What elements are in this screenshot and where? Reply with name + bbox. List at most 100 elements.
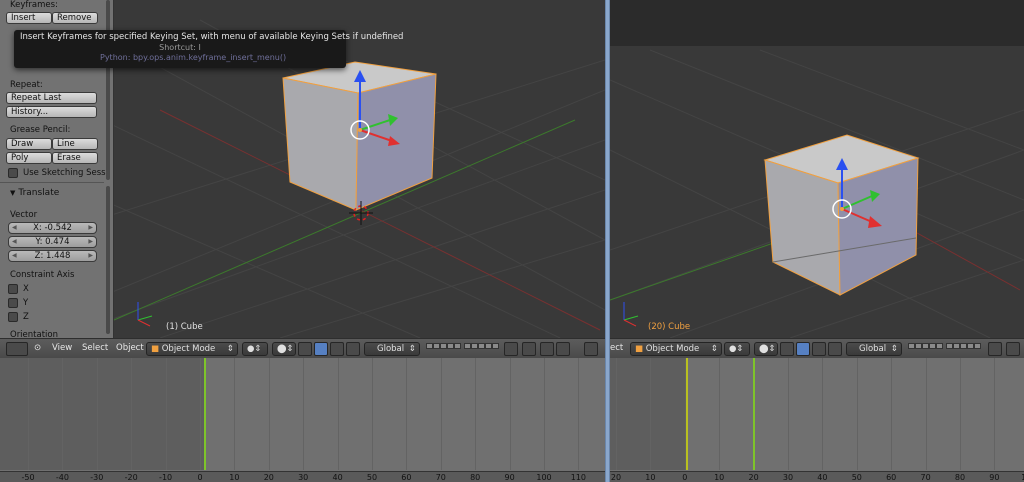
grease-erase-button[interactable]: Erase bbox=[52, 152, 98, 164]
frame-tick-label: -10 bbox=[159, 473, 173, 482]
frame-tick-label: 60 bbox=[401, 473, 412, 482]
frame-tick-label: 30 bbox=[298, 473, 309, 482]
translate-manipulator-icon[interactable] bbox=[314, 342, 328, 356]
layer-buttons[interactable] bbox=[908, 343, 943, 355]
translate-manipulator-icon[interactable] bbox=[796, 342, 810, 356]
layer-lock-icon[interactable] bbox=[988, 342, 1002, 356]
decrement-arrow-icon[interactable]: ◀ bbox=[12, 223, 17, 233]
frame-tick-label: -40 bbox=[55, 473, 69, 482]
proportional-edit-icon[interactable] bbox=[1006, 342, 1020, 356]
frame-grid-line bbox=[509, 358, 511, 470]
tooltip-description: Insert Keyframes for specified Keying Se… bbox=[20, 32, 404, 42]
snap-toggle-icon[interactable] bbox=[540, 342, 554, 356]
manipulator-toggle-icon[interactable] bbox=[298, 342, 312, 356]
right-timeline[interactable]: 20100102030405060708090100 bbox=[610, 358, 1024, 482]
remove-keyframe-button[interactable]: Remove bbox=[52, 12, 98, 24]
constraint-x-label: X bbox=[23, 284, 29, 294]
grease-line-button[interactable]: Line bbox=[52, 138, 98, 150]
constraint-z-checkbox[interactable] bbox=[8, 312, 18, 322]
plus-toggle-icon[interactable]: ⊙ bbox=[34, 343, 41, 353]
decrement-arrow-icon[interactable]: ◀ bbox=[12, 237, 17, 247]
right-frame-ruler[interactable]: 20100102030405060708090100 bbox=[610, 471, 1024, 482]
frame-tick-label: 90 bbox=[504, 473, 515, 482]
frame-grid-line bbox=[719, 358, 721, 470]
object-menu-partial[interactable]: ect bbox=[610, 343, 623, 353]
frame-tick-label: 90 bbox=[989, 473, 1000, 482]
frame-tick-label: 80 bbox=[470, 473, 481, 482]
frame-grid-line bbox=[440, 358, 442, 470]
view-axes-icon bbox=[623, 302, 639, 327]
frame-grid-line bbox=[544, 358, 545, 470]
use-sketching-checkbox[interactable] bbox=[8, 168, 18, 178]
translate-panel-header[interactable]: ▼ Translate bbox=[0, 186, 104, 200]
scrollbar-thumb-lower[interactable] bbox=[106, 186, 110, 334]
grease-poly-button[interactable]: Poly bbox=[6, 152, 52, 164]
frame-grid-line bbox=[856, 358, 858, 470]
frame-grid-line bbox=[165, 358, 167, 470]
rotate-manipulator-icon[interactable] bbox=[812, 342, 826, 356]
constraint-y-checkbox[interactable] bbox=[8, 298, 18, 308]
repeat-last-button[interactable]: Repeat Last bbox=[6, 92, 97, 104]
orientation-dropdown[interactable]: Global ⇕ bbox=[846, 342, 902, 356]
select-menu[interactable]: Select bbox=[82, 343, 108, 353]
scale-manipulator-icon[interactable] bbox=[828, 342, 842, 356]
pivot-dropdown[interactable]: ⬤⇕ bbox=[754, 342, 778, 356]
increment-arrow-icon[interactable]: ▶ bbox=[88, 237, 93, 247]
vector-z-field[interactable]: ◀ Z: 1.448 ▶ bbox=[8, 250, 97, 262]
insert-keyframe-button[interactable]: Insert bbox=[6, 12, 52, 24]
frame-tick-label: -50 bbox=[21, 473, 35, 482]
vector-y-field[interactable]: ◀ Y: 0.474 ▶ bbox=[8, 236, 97, 248]
mode-value: Object Mode bbox=[161, 344, 216, 354]
frame-tick-label: 60 bbox=[886, 473, 897, 482]
frame-tick-label: 80 bbox=[954, 473, 966, 482]
constraint-x-checkbox[interactable] bbox=[8, 284, 18, 294]
area-splitter[interactable] bbox=[605, 0, 610, 482]
grease-pencil-label: Grease Pencil: bbox=[10, 125, 71, 135]
scrollbar-thumb[interactable] bbox=[106, 0, 110, 180]
left-frame-ruler[interactable]: -50 -40 -30 -20 -10 0 10 20 30 40 50 60 70 80 90 100 110 bbox=[0, 471, 605, 482]
decrement-arrow-icon[interactable]: ◀ bbox=[12, 251, 17, 261]
constraint-z-label: Z bbox=[23, 312, 29, 322]
constraint-axis-label: Constraint Axis bbox=[10, 270, 75, 280]
snap-target-icon[interactable] bbox=[556, 342, 570, 356]
right-object-label: (20) Cube bbox=[648, 322, 691, 332]
frame-tick-label: 0 bbox=[682, 473, 688, 482]
current-frame-line[interactable] bbox=[204, 358, 206, 470]
blender-window: (1) Cube Keyframes: Insert Remove Repeat… bbox=[0, 0, 1024, 482]
history-button[interactable]: History... bbox=[6, 106, 97, 118]
pre-start-range bbox=[0, 358, 205, 470]
pivot-dropdown[interactable]: ⬤⇕ bbox=[272, 342, 296, 356]
proportional-edit-icon[interactable] bbox=[522, 342, 536, 356]
grease-draw-button[interactable]: Draw bbox=[6, 138, 52, 150]
current-frame-line[interactable] bbox=[753, 358, 755, 470]
tooltip-shortcut: Shortcut: I bbox=[159, 43, 201, 52]
editor-type-icon[interactable] bbox=[6, 342, 28, 356]
render-preview-icon[interactable] bbox=[584, 342, 598, 356]
layer-buttons-2[interactable] bbox=[464, 343, 499, 355]
increment-arrow-icon[interactable]: ▶ bbox=[88, 251, 93, 261]
right-timeline-area[interactable] bbox=[610, 358, 1024, 470]
mode-dropdown[interactable]: ■ Object Mode ⇕ bbox=[630, 342, 722, 356]
right-3d-viewport[interactable]: (20) Cube bbox=[610, 0, 1024, 338]
vector-x-field[interactable]: ◀ X: -0.542 ▶ bbox=[8, 222, 97, 234]
frame-grid-line bbox=[475, 358, 477, 470]
layer-buttons[interactable] bbox=[426, 343, 461, 355]
rotate-manipulator-icon[interactable] bbox=[330, 342, 344, 356]
increment-arrow-icon[interactable]: ▶ bbox=[88, 223, 93, 233]
shading-dropdown[interactable]: ●⇕ bbox=[724, 342, 750, 356]
layer-lock-icon[interactable] bbox=[504, 342, 518, 356]
scale-manipulator-icon[interactable] bbox=[346, 342, 360, 356]
view-menu[interactable]: View bbox=[52, 343, 72, 353]
layer-buttons-2[interactable] bbox=[946, 343, 981, 355]
object-menu[interactable]: Object bbox=[116, 343, 144, 353]
orientation-dropdown[interactable]: Global ⇕ bbox=[364, 342, 420, 356]
shading-dropdown[interactable]: ●⇕ bbox=[242, 342, 268, 356]
use-sketching-label: Use Sketching Sessi bbox=[23, 168, 108, 178]
frame-tick-label: 0 bbox=[197, 473, 203, 482]
manipulator-toggle-icon[interactable] bbox=[780, 342, 794, 356]
frame-tick-label: 10 bbox=[714, 473, 725, 482]
frame-tick-label: 70 bbox=[435, 473, 446, 482]
left-timeline[interactable]: -50 -40 -30 -20 -10 0 10 20 30 40 50 60 70 80 90 100 110 bbox=[0, 358, 605, 482]
vector-y-value: Y: 0.474 bbox=[35, 237, 70, 247]
mode-dropdown[interactable]: ■ Object Mode ⇕ bbox=[146, 342, 238, 356]
